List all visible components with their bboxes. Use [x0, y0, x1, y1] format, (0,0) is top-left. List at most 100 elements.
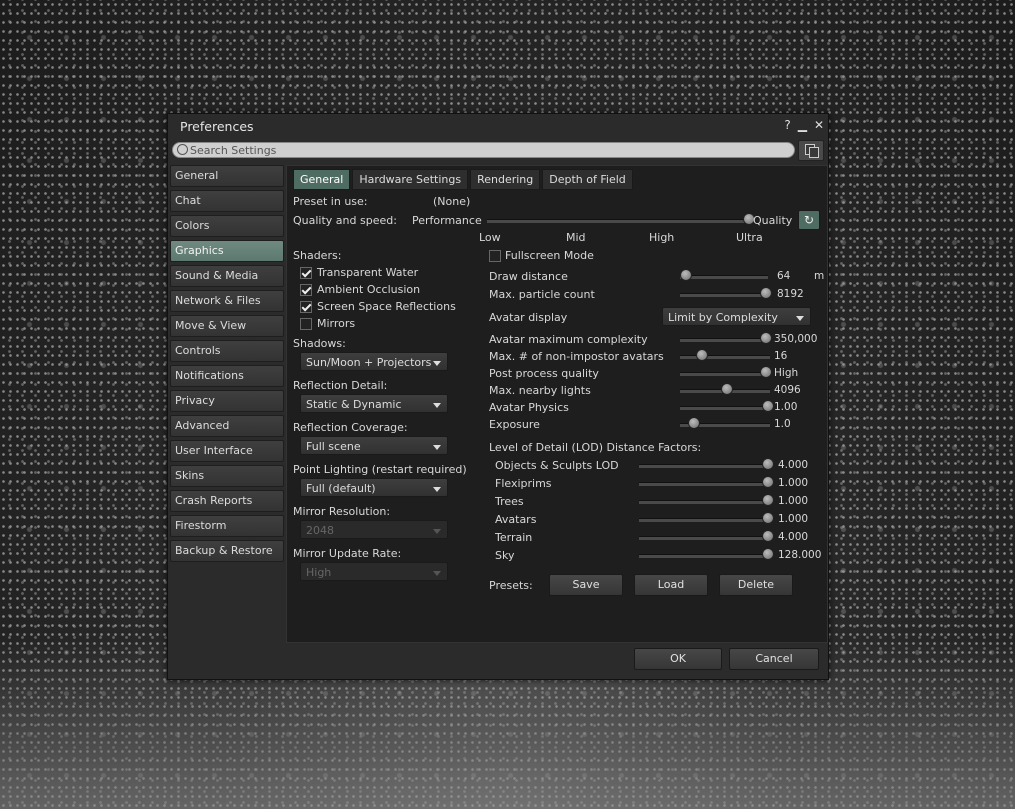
- post-process-quality-slider-track[interactable]: [680, 372, 770, 376]
- exposure-slider-thumb[interactable]: [688, 417, 701, 429]
- max-nearby-lights-slider-thumb[interactable]: [721, 383, 733, 395]
- tab-bar: General Hardware Settings Rendering Depth o…: [293, 169, 633, 190]
- shader-label: Mirrors: [317, 317, 356, 330]
- sidebar-item-network-files[interactable]: Network & Files: [170, 290, 284, 312]
- avatar-physics-label: Avatar Physics: [489, 401, 569, 414]
- draw-distance-slider-thumb[interactable]: [680, 269, 692, 281]
- sky-value: 128.000: [778, 549, 822, 561]
- close-icon[interactable]: ✕: [814, 118, 824, 132]
- preferences-dialog: Preferences ? ▁ ✕ General Chat Colors Graph…: [167, 113, 829, 680]
- reflection-coverage-select[interactable]: Full scene: [300, 436, 448, 455]
- sidebar-item-move-view[interactable]: Move & View: [170, 315, 284, 337]
- title-bar[interactable]: Preferences ? ▁ ✕: [168, 114, 828, 138]
- sidebar-item-general[interactable]: General: [170, 165, 284, 187]
- trees-slider-track[interactable]: [639, 500, 770, 504]
- avatar-display-select[interactable]: Limit by Complexity: [662, 307, 811, 326]
- reflection-detail-value: Static & Dynamic: [306, 398, 402, 411]
- copy-icon-back: [809, 147, 819, 158]
- mirror-resolution-value: 2048: [306, 524, 334, 537]
- shader-label: Transparent Water: [317, 266, 419, 279]
- search-input[interactable]: [190, 143, 780, 157]
- avatar-maximum-complexity-slider-thumb[interactable]: [759, 332, 772, 344]
- preset-value: (None): [433, 195, 471, 208]
- shader-label: Ambient Occlusion: [317, 283, 421, 296]
- minimize-icon[interactable]: ▁: [798, 118, 807, 132]
- quality-slider-track[interactable]: [487, 219, 749, 223]
- flexiprims-slider-track[interactable]: [639, 482, 770, 486]
- avatar-physics-slider-track[interactable]: [680, 406, 770, 410]
- avatar-display-label: Avatar display: [489, 311, 568, 324]
- load-preset-button[interactable]: Load: [634, 574, 708, 596]
- sidebar-item-sound-media[interactable]: Sound & Media: [170, 265, 284, 287]
- sidebar-item-chat[interactable]: Chat: [170, 190, 284, 212]
- help-icon[interactable]: ?: [784, 118, 790, 132]
- chevron-down-icon: [433, 529, 441, 534]
- shader-checkbox-transparent-water[interactable]: [300, 267, 312, 279]
- terrain-slider-track[interactable]: [639, 536, 770, 540]
- sky-slider-track[interactable]: [639, 554, 770, 558]
- avatars-slider-track[interactable]: [639, 518, 770, 522]
- point-lighting-value: Full (default): [306, 482, 376, 495]
- reset-quality-button[interactable]: ↻: [798, 210, 820, 230]
- max-nearby-lights-label: Max. nearby lights: [489, 384, 591, 397]
- max-of-non-impostor-avatars-slider-track[interactable]: [680, 355, 770, 359]
- tab-hardware-settings[interactable]: Hardware Settings: [352, 169, 469, 190]
- max-of-non-impostor-avatars-label: Max. # of non-impostor avatars: [489, 350, 664, 363]
- fullscreen-checkbox[interactable]: [489, 250, 501, 262]
- delete-preset-button[interactable]: Delete: [719, 574, 793, 596]
- cancel-button[interactable]: Cancel: [729, 648, 819, 670]
- objects-sculpts-lod-label: Objects & Sculpts LOD: [495, 459, 619, 472]
- reflection-detail-select[interactable]: Static & Dynamic: [300, 394, 448, 413]
- sidebar: General Chat Colors Graphics Sound & Media Ne…: [170, 165, 284, 565]
- avatar-maximum-complexity-value: 350,000: [774, 333, 818, 345]
- sidebar-item-advanced[interactable]: Advanced: [170, 415, 284, 437]
- chevron-down-icon: [433, 571, 441, 576]
- trees-slider-thumb[interactable]: [762, 494, 774, 506]
- sidebar-item-user-interface[interactable]: User Interface: [170, 440, 284, 462]
- avatar-physics-slider-thumb[interactable]: [762, 400, 774, 412]
- objects-sculpts-lod-slider-track[interactable]: [639, 464, 770, 468]
- sidebar-item-graphics[interactable]: Graphics: [170, 240, 284, 262]
- shader-checkbox-ambient-occlusion[interactable]: [300, 284, 312, 296]
- window-title: Preferences: [180, 119, 254, 134]
- avatar-physics-value: 1.00: [774, 401, 798, 413]
- max-nearby-lights-value: 4096: [774, 384, 801, 396]
- avatars-slider-thumb[interactable]: [762, 512, 774, 524]
- tab-rendering[interactable]: Rendering: [470, 169, 541, 190]
- objects-sculpts-lod-slider-thumb[interactable]: [762, 458, 774, 470]
- sidebar-item-controls[interactable]: Controls: [170, 340, 284, 362]
- sidebar-item-privacy[interactable]: Privacy: [170, 390, 284, 412]
- quality-tick-high: High: [649, 231, 675, 244]
- sidebar-item-notifications[interactable]: Notifications: [170, 365, 284, 387]
- post-process-quality-slider-thumb[interactable]: [759, 366, 772, 378]
- quality-tick-ultra: Ultra: [736, 231, 763, 244]
- terrain-slider-thumb[interactable]: [762, 530, 774, 542]
- shadows-label: Shadows:: [293, 337, 346, 350]
- sidebar-item-firestorm[interactable]: Firestorm: [170, 515, 284, 537]
- ok-button[interactable]: OK: [634, 648, 722, 670]
- lod-label: Level of Detail (LOD) Distance Factors:: [489, 441, 702, 454]
- sidebar-item-skins[interactable]: Skins: [170, 465, 284, 487]
- terrain-label: Terrain: [495, 531, 533, 544]
- save-preset-button[interactable]: Save: [549, 574, 623, 596]
- point-lighting-select[interactable]: Full (default): [300, 478, 448, 497]
- max-particle-count-slider-track[interactable]: [680, 293, 768, 297]
- avatars-value: 1.000: [778, 513, 809, 525]
- copy-search-button[interactable]: [798, 140, 824, 161]
- avatar-maximum-complexity-slider-track[interactable]: [680, 338, 770, 342]
- sidebar-item-backup-restore[interactable]: Backup & Restore: [170, 540, 284, 562]
- max-of-non-impostor-avatars-slider-thumb[interactable]: [696, 349, 709, 361]
- sidebar-item-crash-reports[interactable]: Crash Reports: [170, 490, 284, 512]
- preset-label: Preset in use:: [293, 195, 368, 208]
- shader-checkbox-mirrors[interactable]: [300, 318, 312, 330]
- tab-general[interactable]: General: [293, 169, 351, 190]
- flexiprims-slider-thumb[interactable]: [762, 476, 774, 488]
- tab-depth-of-field[interactable]: Depth of Field: [542, 169, 633, 190]
- shadows-select[interactable]: Sun/Moon + Projectors: [300, 352, 448, 371]
- sky-slider-thumb[interactable]: [762, 548, 774, 560]
- sidebar-item-colors[interactable]: Colors: [170, 215, 284, 237]
- reflection-coverage-label: Reflection Coverage:: [293, 421, 408, 434]
- draw-distance-slider-track[interactable]: [680, 275, 768, 279]
- shader-checkbox-screen-space-reflections[interactable]: [300, 301, 312, 313]
- max-particle-count-slider-thumb[interactable]: [760, 287, 772, 299]
